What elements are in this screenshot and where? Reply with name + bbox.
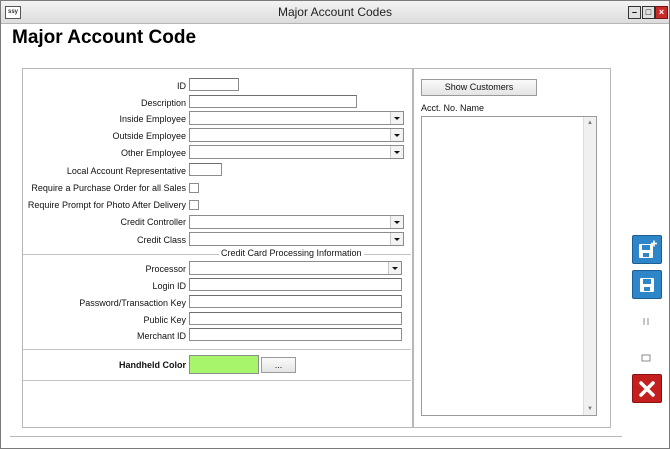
- other-employee-label: Other Employee: [120, 148, 186, 158]
- cc-section-title: Credit Card Processing Information: [219, 248, 364, 258]
- grid-icon: [637, 67, 655, 83]
- new-document-icon: [639, 205, 654, 223]
- chevron-down-icon: [388, 262, 401, 274]
- credit-controller-select[interactable]: [189, 215, 404, 229]
- page-title: Major Account Code: [12, 27, 197, 48]
- list-scrollbar[interactable]: ▲ ▼: [583, 117, 596, 415]
- search-button[interactable]: [632, 27, 662, 56]
- id-label: ID: [177, 81, 186, 91]
- cancel-button[interactable]: [632, 374, 662, 403]
- save-new-button[interactable]: [632, 235, 662, 264]
- local-rep-field[interactable]: [189, 163, 222, 176]
- chevron-down-icon: [390, 129, 403, 141]
- column-acct-no[interactable]: Acct. No.: [421, 103, 458, 113]
- merchant-id-field[interactable]: [189, 328, 402, 341]
- handheld-color-swatch[interactable]: [189, 355, 259, 374]
- column-name[interactable]: Name: [460, 103, 484, 113]
- next-record-button[interactable]: [632, 130, 662, 159]
- divider: [10, 436, 622, 437]
- maximize-button[interactable]: □: [642, 6, 655, 19]
- print-button[interactable]: [632, 339, 662, 368]
- scroll-up-icon[interactable]: ▲: [584, 117, 596, 129]
- require-photo-checkbox[interactable]: [189, 200, 199, 210]
- arrow-up-icon: [638, 101, 654, 117]
- processor-select[interactable]: [189, 261, 402, 275]
- color-picker-button[interactable]: ...: [261, 357, 296, 373]
- chevron-down-icon: [390, 112, 403, 124]
- chevron-down-icon: [390, 146, 403, 158]
- search-icon: [637, 32, 656, 51]
- require-po-checkbox[interactable]: [189, 183, 199, 193]
- arrow-down-icon: [638, 136, 654, 152]
- minimize-button[interactable]: –: [628, 6, 641, 19]
- chevron-down-icon: [390, 216, 403, 228]
- edit-button[interactable]: [632, 165, 662, 194]
- require-po-label: Require a Purchase Order for all Sales: [31, 183, 186, 193]
- local-rep-label: Local Account Representative: [66, 166, 186, 176]
- save-icon: [640, 278, 654, 292]
- description-label: Description: [140, 98, 186, 108]
- credit-class-select[interactable]: [189, 232, 404, 246]
- public-key-label: Public Key: [143, 315, 186, 325]
- id-field[interactable]: [189, 78, 239, 91]
- x-icon: [639, 381, 655, 397]
- description-field[interactable]: [189, 95, 357, 108]
- outside-employee-label: Outside Employee: [112, 131, 186, 141]
- scroll-down-icon[interactable]: ▼: [584, 403, 596, 415]
- outside-employee-select[interactable]: [189, 128, 404, 142]
- section-divider: [23, 380, 411, 381]
- chevron-down-icon: [390, 233, 403, 245]
- trash-icon: [639, 310, 653, 327]
- close-window-button[interactable]: ×: [655, 6, 668, 19]
- login-id-field[interactable]: [189, 278, 402, 291]
- grid-view-button[interactable]: [632, 61, 662, 90]
- credit-class-label: Credit Class: [136, 235, 186, 245]
- login-id-label: Login ID: [152, 281, 186, 291]
- handheld-color-label: Handheld Color: [119, 360, 186, 370]
- exit-icon: [638, 415, 656, 433]
- other-employee-select[interactable]: [189, 145, 404, 159]
- processor-label: Processor: [145, 264, 186, 274]
- add-record-button[interactable]: [632, 200, 662, 229]
- delete-button[interactable]: [632, 305, 662, 334]
- pencil-icon: [639, 171, 654, 186]
- inside-employee-select[interactable]: [189, 111, 404, 125]
- require-photo-label: Require Prompt for Photo After Delivery: [27, 200, 186, 210]
- window-title: Major Account Codes: [277, 5, 393, 19]
- password-label: Password/Transaction Key: [79, 298, 186, 308]
- inside-employee-label: Inside Employee: [119, 114, 186, 124]
- title-bar: ssy Major Account Codes – □ ×: [1, 1, 669, 24]
- previous-record-button[interactable]: [632, 95, 662, 124]
- public-key-field[interactable]: [189, 312, 402, 325]
- save-new-icon: [639, 240, 657, 258]
- save-button[interactable]: [632, 270, 662, 299]
- merchant-id-label: Merchant ID: [136, 331, 186, 341]
- customers-list[interactable]: ▲ ▼: [421, 116, 597, 416]
- password-field[interactable]: [189, 295, 402, 308]
- show-customers-button[interactable]: Show Customers: [421, 79, 537, 96]
- credit-controller-label: Credit Controller: [120, 217, 186, 227]
- exit-button[interactable]: [632, 410, 662, 439]
- printer-icon: [638, 345, 654, 362]
- section-divider: [23, 349, 411, 350]
